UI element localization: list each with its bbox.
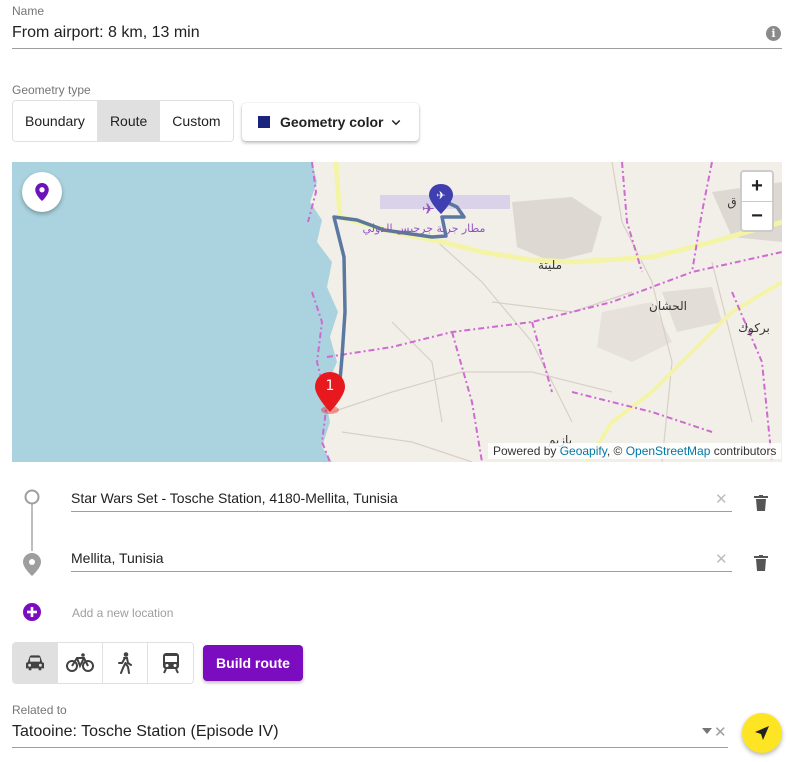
mode-bicycle-button[interactable] xyxy=(58,643,103,683)
map-label-hachane: الحشان xyxy=(649,299,687,313)
location-pin-icon xyxy=(35,183,49,201)
map-attribution: Powered by Geoapify, © OpenStreetMap con… xyxy=(488,443,782,459)
build-route-button[interactable]: Build route xyxy=(203,645,303,681)
add-location-link[interactable]: Add a new location xyxy=(72,606,173,620)
geometry-option-boundary[interactable]: Boundary xyxy=(13,101,98,141)
car-icon xyxy=(26,655,44,671)
transit-icon xyxy=(162,653,179,674)
geometry-option-route[interactable]: Route xyxy=(97,101,161,141)
delete-end-icon[interactable] xyxy=(754,555,768,571)
location-input-start[interactable]: Star Wars Set - Tosche Station, 4180-Mel… xyxy=(71,490,398,506)
navigation-arrow-icon xyxy=(755,726,769,740)
marker-number: 1 xyxy=(326,378,335,394)
geometry-color-label: Geometry color xyxy=(280,114,384,130)
geometry-color-button[interactable]: Geometry color xyxy=(242,103,420,141)
location-start-underline xyxy=(71,511,732,512)
attribution-sep: , © xyxy=(606,444,626,458)
mode-transit-button[interactable] xyxy=(148,643,193,683)
map-canvas[interactable]: ✈ مطار جربة جرجيس الدولي مليتة الحشان بر… xyxy=(12,162,782,462)
name-input[interactable]: From airport: 8 km, 13 min xyxy=(12,24,200,42)
bicycle-icon xyxy=(66,653,94,672)
related-label: Related to xyxy=(12,703,67,717)
map-label-arkoub: بركوك xyxy=(738,321,770,336)
chevron-down-icon xyxy=(392,119,401,126)
color-swatch xyxy=(258,116,270,128)
geoapify-link[interactable]: Geoapify xyxy=(560,444,607,458)
map-label-top-right: ق xyxy=(727,195,736,209)
attribution-suffix: contributors xyxy=(710,444,777,458)
mode-car-button[interactable] xyxy=(13,643,58,683)
add-location-icon[interactable] xyxy=(23,603,41,621)
map-pin-button[interactable] xyxy=(22,172,62,212)
route-map[interactable]: ✈ مطار جربة جرجيس الدولي مليتة الحشان بر… xyxy=(12,162,782,462)
walk-icon xyxy=(118,652,132,674)
mode-walk-button[interactable] xyxy=(103,643,148,683)
clear-related-icon[interactable]: ✕ xyxy=(714,723,727,741)
osm-link[interactable]: OpenStreetMap xyxy=(626,444,711,458)
name-underline xyxy=(12,48,782,49)
location-end-underline xyxy=(71,571,732,572)
related-underline xyxy=(12,747,728,748)
zoom-out-button[interactable]: − xyxy=(742,201,772,230)
zoom-control: + − xyxy=(740,170,774,232)
delete-start-icon[interactable] xyxy=(754,495,768,511)
zoom-in-button[interactable]: + xyxy=(742,172,772,201)
name-label: Name xyxy=(12,4,45,18)
clear-start-icon[interactable]: ✕ xyxy=(715,490,728,508)
route-connector xyxy=(23,489,41,576)
location-input-end[interactable]: Mellita, Tunisia xyxy=(71,550,164,566)
geometry-type-toggle: Boundary Route Custom xyxy=(12,100,234,142)
dropdown-arrow-icon[interactable] xyxy=(702,728,712,734)
navigate-fab[interactable] xyxy=(742,713,782,753)
geometry-type-label: Geometry type xyxy=(12,83,91,97)
attribution-prefix: Powered by xyxy=(493,444,560,458)
svg-text:✈: ✈ xyxy=(436,189,445,202)
travel-mode-toggle xyxy=(12,642,194,684)
map-label-melita: مليتة xyxy=(538,258,562,272)
clear-end-icon[interactable]: ✕ xyxy=(715,550,728,568)
geometry-option-custom[interactable]: Custom xyxy=(160,101,233,141)
related-select[interactable]: Tatooine: Tosche Station (Episode IV) xyxy=(12,723,279,741)
map-label-airport: مطار جربة جرجيس الدولي xyxy=(363,222,486,235)
info-icon[interactable]: i xyxy=(766,26,781,41)
